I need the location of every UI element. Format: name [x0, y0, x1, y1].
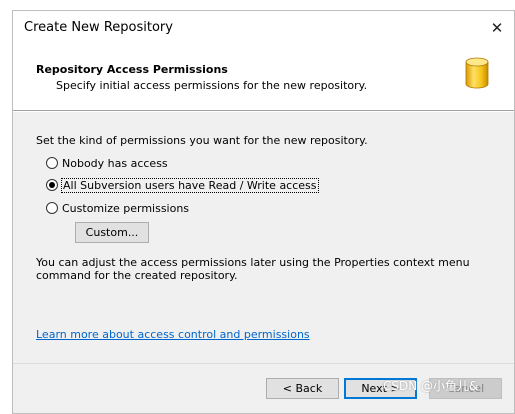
- database-icon: [465, 57, 489, 89]
- header-divider-highlight: [13, 111, 514, 112]
- back-button[interactable]: < Back: [266, 378, 339, 399]
- window-title: Create New Repository: [24, 20, 173, 35]
- custom-button[interactable]: Custom...: [75, 222, 149, 243]
- title-bar: Create New Repository ✕: [13, 11, 514, 44]
- radio-label: Nobody has access: [62, 156, 168, 170]
- page-subtitle: Specify initial access permissions for t…: [56, 79, 368, 92]
- radio-label: Customize permissions: [62, 201, 190, 215]
- footer-divider: [13, 363, 514, 364]
- radio-all-users-read-write[interactable]: All Subversion users have Read / Write a…: [46, 177, 319, 193]
- radio-button[interactable]: [46, 179, 58, 191]
- close-icon: ✕: [490, 19, 504, 37]
- radio-button[interactable]: [46, 202, 58, 214]
- close-button[interactable]: ✕: [486, 17, 508, 39]
- info-text: You can adjust the access permissions la…: [36, 256, 470, 282]
- permissions-prompt: Set the kind of permissions you want for…: [36, 134, 368, 147]
- radio-label: All Subversion users have Read / Write a…: [61, 177, 319, 193]
- create-repository-dialog: Create New Repository ✕ Repository Acces…: [12, 10, 515, 414]
- radio-nobody-access[interactable]: Nobody has access: [46, 155, 168, 171]
- watermark: CSDN @小鱼儿&: [383, 379, 479, 393]
- radio-button[interactable]: [46, 157, 58, 169]
- help-link[interactable]: Learn more about access control and perm…: [36, 328, 310, 341]
- wizard-header: Repository Access Permissions Specify in…: [13, 44, 514, 110]
- radio-customize-permissions[interactable]: Customize permissions: [46, 200, 189, 216]
- page-title: Repository Access Permissions: [36, 63, 228, 76]
